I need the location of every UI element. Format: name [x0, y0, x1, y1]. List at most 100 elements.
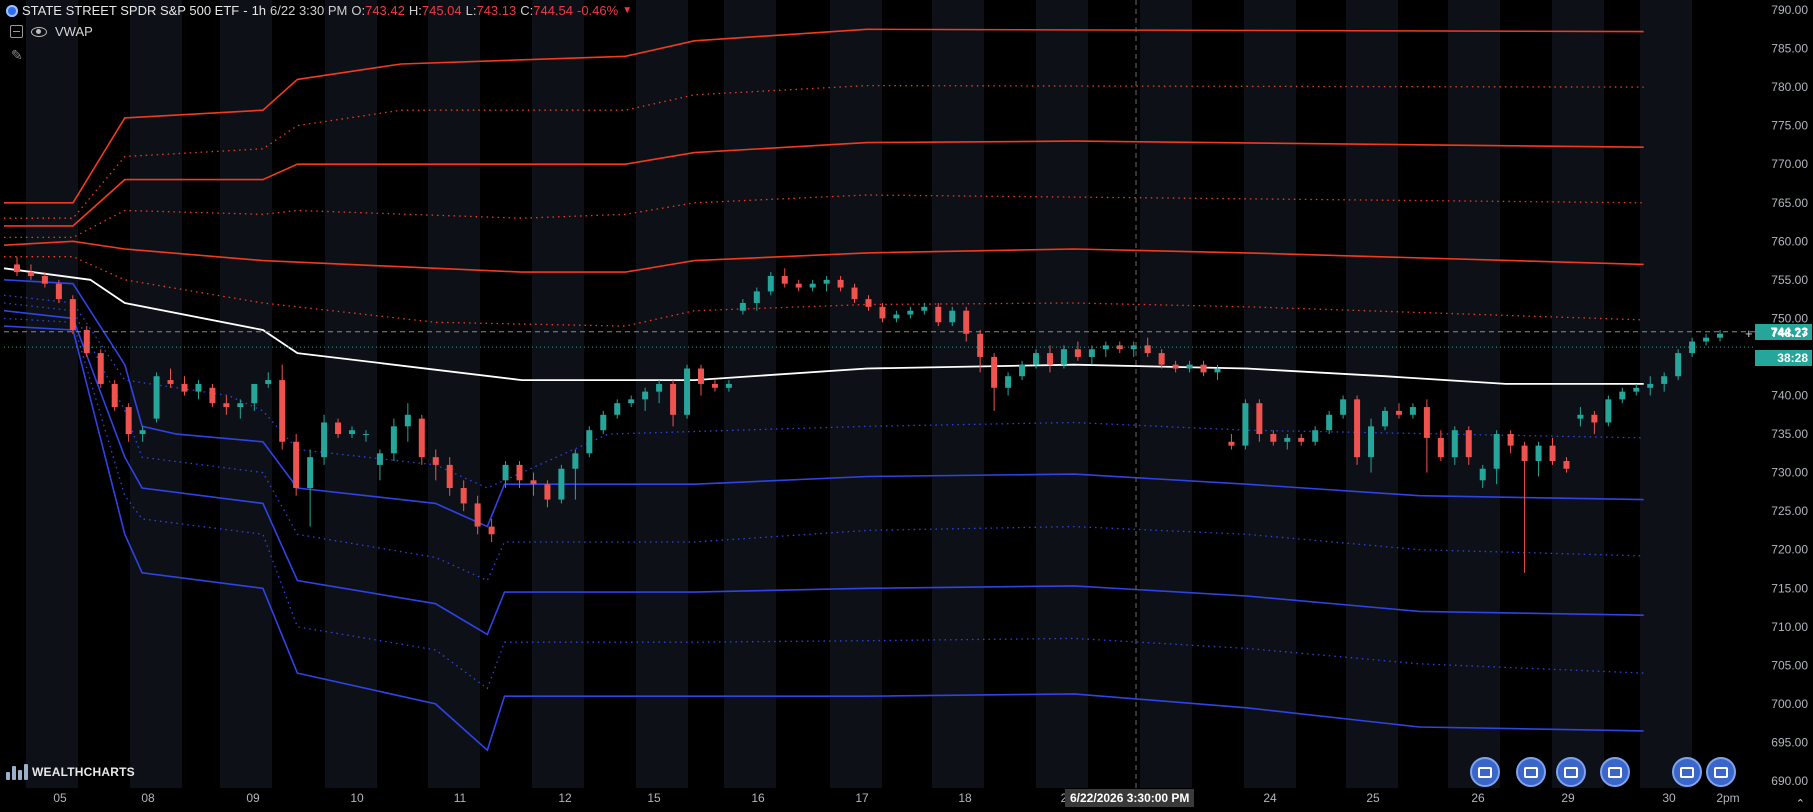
session-band	[532, 0, 584, 788]
candle-body	[1298, 437, 1305, 442]
candle-body	[1717, 333, 1724, 338]
candle-body	[1409, 407, 1416, 415]
candle-body	[1647, 383, 1654, 388]
candle-body	[795, 283, 802, 288]
candle-body	[13, 264, 20, 273]
interval-label: 1h	[251, 3, 267, 18]
candle-body	[1619, 391, 1626, 400]
indicator-name[interactable]: VWAP	[55, 24, 93, 39]
event-calendar-icon[interactable]	[1706, 757, 1736, 787]
session-band	[1346, 0, 1398, 788]
candle-body	[376, 453, 383, 465]
y-tick-label: 690.00	[1771, 774, 1808, 788]
y-tick-label: 760.00	[1771, 234, 1808, 248]
candle-body	[823, 279, 830, 284]
x-tick-label: 26	[1471, 791, 1485, 805]
change-value: -0.46%	[577, 3, 619, 18]
candle-body	[279, 380, 286, 442]
candle-body	[1256, 403, 1263, 435]
open-label: O:	[351, 3, 366, 18]
candle-body	[1423, 407, 1430, 438]
candle-body	[949, 310, 956, 323]
candle-body	[418, 418, 425, 458]
event-calendar-icon[interactable]	[1600, 757, 1630, 787]
candle-body	[1535, 445, 1542, 462]
chart-stage[interactable]: { "header": { "symbol": "STATE STREET SP…	[0, 0, 1813, 812]
eye-icon[interactable]	[31, 26, 47, 37]
x-tick-label: 24	[1263, 791, 1277, 805]
candle-body	[1381, 410, 1388, 427]
candle-body	[1465, 430, 1472, 458]
candle-body	[265, 380, 272, 384]
y-tick-label: 705.00	[1771, 658, 1808, 672]
chevron-up-icon[interactable]: ⌃	[1796, 797, 1805, 810]
x-tick-label: 09	[246, 791, 260, 805]
high-label: H:	[408, 3, 422, 18]
candle-body	[139, 430, 146, 435]
collapse-icon[interactable]	[10, 25, 23, 38]
chart-canvas[interactable]: 790.00 785.00 780.00 775.00 770.00 765.00 760.…	[0, 0, 1813, 812]
candle-body	[181, 383, 188, 392]
session-band	[932, 0, 984, 788]
candle-body	[69, 299, 76, 330]
session-band	[220, 0, 272, 788]
candle-body	[1493, 434, 1500, 469]
event-calendar-icon[interactable]	[1470, 757, 1500, 787]
y-tick-label: 695.00	[1771, 735, 1808, 749]
candle-body	[711, 383, 718, 388]
candle-body	[1270, 434, 1277, 442]
candle-body	[991, 356, 998, 388]
candle-body	[739, 302, 746, 311]
candle-body	[404, 414, 411, 427]
x-tick-label: 25	[1366, 791, 1380, 805]
x-tick-label: 05	[53, 791, 67, 805]
candle-body	[600, 414, 607, 431]
candle-body	[195, 383, 202, 392]
session-band	[724, 0, 776, 788]
low-label: L:	[465, 3, 477, 18]
candle-body	[725, 383, 732, 388]
y-tick-label: 725.00	[1771, 504, 1808, 518]
candle-body	[1312, 430, 1319, 442]
candle-body	[1368, 426, 1375, 458]
event-calendar-icon[interactable]	[1516, 757, 1546, 787]
x-tick-label: 18	[958, 791, 972, 805]
candle-body	[125, 407, 132, 435]
candle-body	[502, 464, 509, 481]
symbol-logo-icon	[6, 4, 18, 17]
candle-body	[921, 306, 928, 311]
plus-icon[interactable]: +	[1745, 326, 1753, 341]
candle-body	[516, 464, 523, 481]
crosshair-price-tag: 748.27	[1755, 325, 1812, 341]
candle-body	[1116, 345, 1123, 350]
x-tick-label: 30	[1662, 791, 1676, 805]
candle-body	[153, 376, 160, 419]
candle-body	[1577, 414, 1584, 419]
event-calendar-icon[interactable]	[1672, 757, 1702, 787]
candle-body	[41, 275, 48, 284]
event-calendar-icon[interactable]	[1556, 757, 1586, 787]
session-band	[428, 0, 480, 788]
candle-body	[362, 434, 369, 436]
candle-body	[1521, 445, 1528, 462]
crosshair-price-text: 748.27	[1771, 326, 1808, 340]
candle-body	[1019, 364, 1026, 377]
pencil-icon[interactable]: ✎	[11, 47, 23, 64]
candle-body	[1242, 403, 1249, 446]
candle-body	[670, 383, 677, 415]
chart-header: STATE STREET SPDR S&P 500 ETF - 1h 6/22 …	[6, 3, 632, 18]
candle-body	[97, 353, 104, 384]
candle-body	[1633, 387, 1640, 392]
y-tick-label: 785.00	[1771, 42, 1808, 56]
candle-body	[83, 329, 90, 354]
candle-body	[1675, 353, 1682, 377]
bar-datetime: 6/22 3:30 PM	[270, 3, 348, 18]
candle-body	[223, 403, 230, 408]
candle-body	[879, 306, 886, 319]
watermark-text: WEALTHCHARTS	[32, 765, 135, 779]
candle-body	[349, 430, 356, 435]
candle-body	[1591, 414, 1598, 423]
candle-body	[837, 279, 844, 288]
candle-body	[1340, 399, 1347, 415]
x-tick-label: 17	[855, 791, 869, 805]
